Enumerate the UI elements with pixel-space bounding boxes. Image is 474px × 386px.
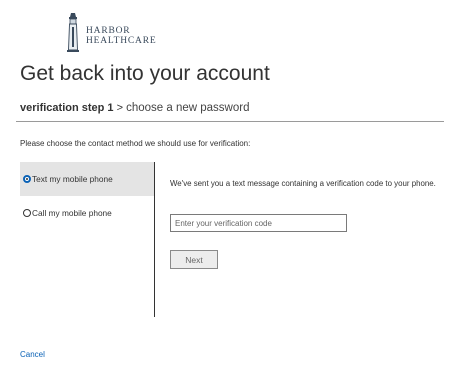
next-button[interactable]: Next xyxy=(170,250,218,269)
contact-method-list: Text my mobile phone Call my mobile phon… xyxy=(20,162,155,317)
next-step: choose a new password xyxy=(126,102,250,114)
radio-button-call[interactable] xyxy=(23,209,31,217)
verification-message: We've sent you a text message containing… xyxy=(170,179,436,188)
step-indicator: verification step 1 > choose a new passw… xyxy=(20,102,250,114)
logo-text: HARBOR HEALTHCARE xyxy=(86,26,156,46)
step-separator: > xyxy=(116,102,124,114)
instructions-text: Please choose the contact method we shou… xyxy=(20,139,251,148)
lighthouse-icon xyxy=(67,13,79,52)
verification-code-input[interactable] xyxy=(170,214,347,232)
radio-button-text[interactable] xyxy=(23,175,31,183)
divider xyxy=(16,121,444,122)
page-title: Get back into your account xyxy=(20,62,270,85)
logo-line-1: HARBOR xyxy=(86,26,131,36)
method-label-call: Call my mobile phone xyxy=(32,208,112,218)
current-step: verification step 1 xyxy=(20,102,114,114)
cancel-link[interactable]: Cancel xyxy=(20,350,45,359)
method-option-text[interactable]: Text my mobile phone xyxy=(20,162,154,196)
logo-line-2: HEALTHCARE xyxy=(86,36,157,46)
harbor-healthcare-logo: HARBOR HEALTHCARE xyxy=(66,12,176,54)
method-option-call[interactable]: Call my mobile phone xyxy=(20,196,154,230)
method-label-text: Text my mobile phone xyxy=(32,174,113,184)
